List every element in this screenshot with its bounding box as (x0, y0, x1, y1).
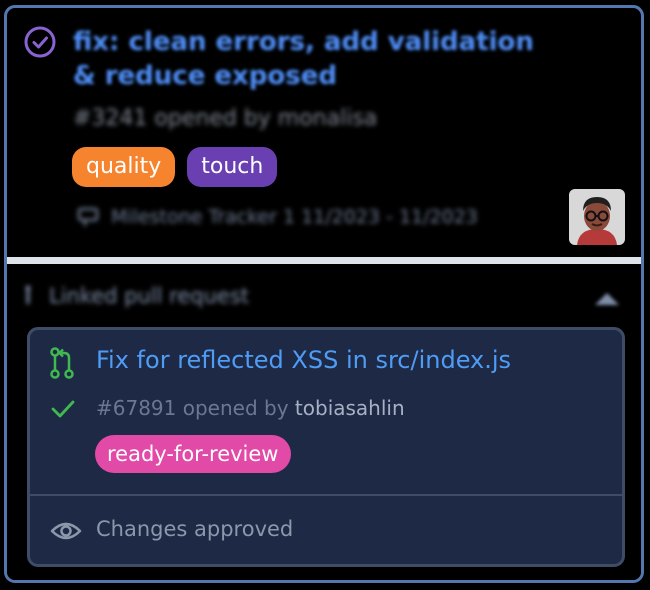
opened-by-text: opened by (182, 396, 289, 420)
check-icon (51, 400, 75, 418)
label-touch[interactable]: touch (187, 147, 278, 187)
pull-request-divider (30, 494, 622, 496)
label-ready-for-review[interactable]: ready-for-review (95, 435, 291, 473)
issue-section: fix: clean errors, add validation & redu… (7, 8, 641, 260)
pull-request-number: #67891 (96, 396, 177, 420)
collapse-icon[interactable] (592, 288, 622, 310)
review-status: Changes approved (96, 517, 294, 541)
linked-pr-section: Linked pull request Fix for reflected XS… (7, 264, 641, 580)
issue-closed-icon (24, 26, 56, 58)
assignee-avatar[interactable] (569, 189, 625, 245)
pull-request-icon (25, 285, 31, 304)
eye-icon (50, 522, 82, 540)
issue-title[interactable]: fix: clean errors, add validation & redu… (73, 25, 563, 93)
git-pull-request-icon (50, 347, 74, 379)
issue-card: fix: clean errors, add validation & redu… (4, 5, 644, 583)
issue-meta: #3241 opened by monalisa (73, 106, 378, 131)
label-quality[interactable]: quality (72, 147, 176, 187)
milestone-icon (77, 207, 99, 226)
issue-labels: quality touch (72, 147, 278, 187)
milestone-text: Milestone Tracker 1 11/2023 - 11/2023 (111, 206, 478, 228)
pull-request-meta: #67891 opened by tobiasahlin (96, 396, 405, 420)
section-divider (7, 257, 641, 264)
milestone[interactable]: Milestone Tracker 1 11/2023 - 11/2023 (77, 206, 478, 228)
linked-header[interactable]: Linked pull request (23, 284, 249, 308)
pull-request-title[interactable]: Fix for reflected XSS in src/index.js (96, 346, 511, 374)
linked-header-text: Linked pull request (49, 284, 249, 308)
pull-request-author[interactable]: tobiasahlin (295, 396, 405, 420)
pull-request-card[interactable]: Fix for reflected XSS in src/index.js #6… (27, 327, 625, 567)
